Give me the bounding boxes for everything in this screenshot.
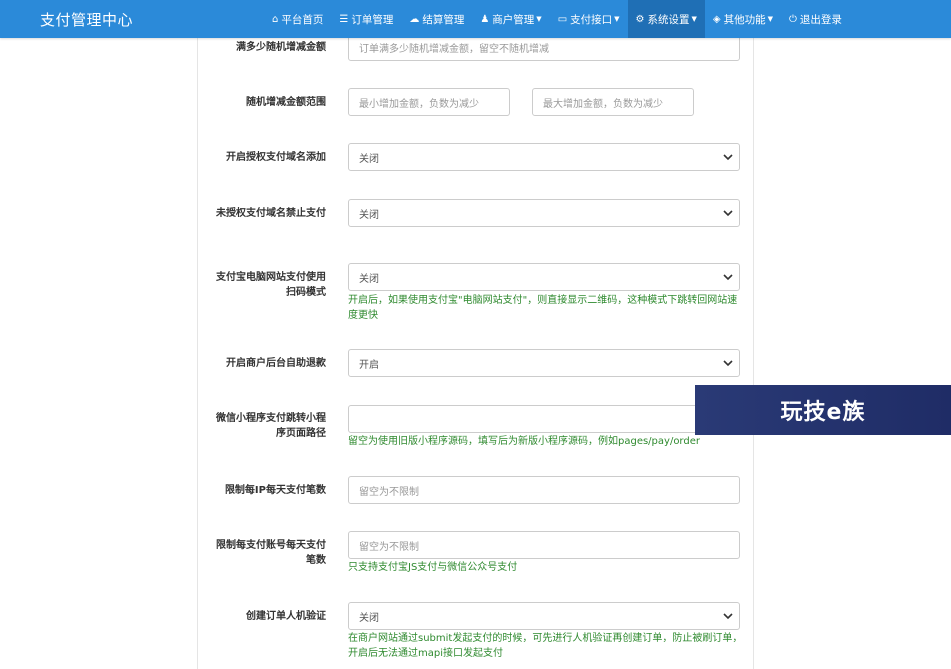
field-label: 创建订单人机验证 (246, 611, 326, 622)
chevron-down-icon (723, 360, 733, 367)
nav-item-label: 平台首页 (281, 13, 324, 26)
merchant-self-refund-select[interactable]: 开启 (348, 349, 740, 377)
unauthorized-domain-block-select[interactable]: 关闭 (348, 199, 740, 227)
field-label: 随机增减金额范围 (246, 97, 326, 108)
power-icon: ⏻ (788, 13, 797, 25)
nav-item-orders[interactable]: ☰ 订单管理 (331, 0, 401, 38)
caret-down-icon: ▼ (691, 15, 697, 23)
chevron-down-icon (723, 210, 733, 217)
field-label: 未授权支付域名禁止支付 (216, 208, 326, 219)
help-text: 在商户网站通过submit发起支付的时候，可先进行人机验证再创建订单，防止被刷订… (348, 633, 743, 659)
nav-item-system-settings[interactable]: ⚙ 系统设置 ▼ (627, 0, 705, 38)
field-label: 限制每IP每天支付笔数 (224, 485, 326, 496)
nav-item-label: 结算管理 (422, 13, 465, 26)
select-value: 关闭 (359, 273, 379, 285)
brand-title[interactable]: 支付管理中心 (40, 9, 133, 30)
order-captcha-select[interactable]: 关闭 (348, 602, 740, 630)
nav-item-label: 其他功能 (723, 13, 766, 26)
main-nav: ⌂ 平台首页 ☰ 订单管理 ☁ 结算管理 ♟ 商户管理 ▼ ▭ 支付接口 ▼ ⚙… (264, 0, 850, 38)
random-amount-max-input[interactable]: 最大增加金额，负数为减少 (532, 88, 694, 116)
select-value: 关闭 (359, 209, 379, 221)
wechat-miniprogram-path-input[interactable] (348, 405, 740, 433)
authorized-domain-add-select[interactable]: 关闭 (348, 143, 740, 171)
limit-per-account-input[interactable]: 留空为不限制 (348, 531, 740, 559)
caret-down-icon: ▼ (536, 15, 542, 23)
nav-item-label: 订单管理 (351, 13, 394, 26)
card-icon: ▭ (557, 13, 568, 25)
cube-icon: ◈ (712, 13, 721, 25)
list-icon: ☰ (339, 13, 349, 25)
field-label: 开启商户后台自助退款 (226, 358, 326, 369)
chevron-down-icon (723, 274, 733, 281)
random-amount-min-input[interactable]: 最小增加金额，负数为减少 (348, 88, 510, 116)
help-text: 只支持支付宝JS支付与微信公众号支付 (348, 562, 518, 573)
nav-item-logout[interactable]: ⏻ 退出登录 (781, 0, 850, 38)
nav-item-home[interactable]: ⌂ 平台首页 (264, 0, 331, 38)
user-icon: ♟ (480, 13, 490, 25)
field-label: 满多少随机增减金额 (236, 42, 326, 53)
help-text: 留空为使用旧版小程序源码，填写后为新版小程序源码，例如pages/pay/ord… (348, 436, 700, 447)
alipay-pc-qrcode-mode-select[interactable]: 关闭 (348, 263, 740, 291)
field-label: 支付宝电脑网站支付使用扫码模式 (216, 272, 326, 298)
settings-form-panel: 满多少随机增减金额 订单满多少随机增减金额，留空不随机增减 随机增减金额范围 最… (197, 33, 754, 669)
nav-item-settlement[interactable]: ☁ 结算管理 (401, 0, 472, 38)
home-icon: ⌂ (272, 13, 279, 25)
nav-item-label: 退出登录 (799, 13, 842, 26)
caret-down-icon: ▼ (614, 15, 620, 23)
help-text: 开启后，如果使用支付宝"电脑网站支付"，则直接显示二维码，这种模式下跳转回网站速… (348, 295, 738, 321)
nav-item-label: 系统设置 (647, 13, 690, 26)
caret-down-icon: ▼ (767, 15, 773, 23)
chevron-down-icon (723, 613, 733, 620)
watermark-text: 玩技e族 (780, 400, 866, 425)
top-navbar: 支付管理中心 ⌂ 平台首页 ☰ 订单管理 ☁ 结算管理 ♟ 商户管理 ▼ ▭ 支… (0, 0, 951, 38)
nav-item-payment-interfaces[interactable]: ▭ 支付接口 ▼ (550, 0, 628, 38)
limit-per-ip-input[interactable]: 留空为不限制 (348, 476, 740, 504)
select-value: 开启 (359, 359, 379, 371)
field-label: 开启授权支付域名添加 (226, 152, 326, 163)
field-label: 限制每支付账号每天支付笔数 (216, 540, 326, 566)
nav-item-merchants[interactable]: ♟ 商户管理 ▼ (472, 0, 549, 38)
watermark-logo: 玩技e族 (695, 385, 951, 435)
gear-icon: ⚙ (635, 13, 645, 25)
cloud-icon: ☁ (409, 13, 420, 25)
nav-item-label: 支付接口 (570, 13, 613, 26)
select-value: 关闭 (359, 612, 379, 624)
nav-item-other-functions[interactable]: ◈ 其他功能 ▼ (705, 0, 781, 38)
select-value: 关闭 (359, 153, 379, 165)
nav-item-label: 商户管理 (492, 13, 535, 26)
field-label: 微信小程序支付跳转小程序页面路径 (216, 413, 326, 439)
chevron-down-icon (723, 154, 733, 161)
